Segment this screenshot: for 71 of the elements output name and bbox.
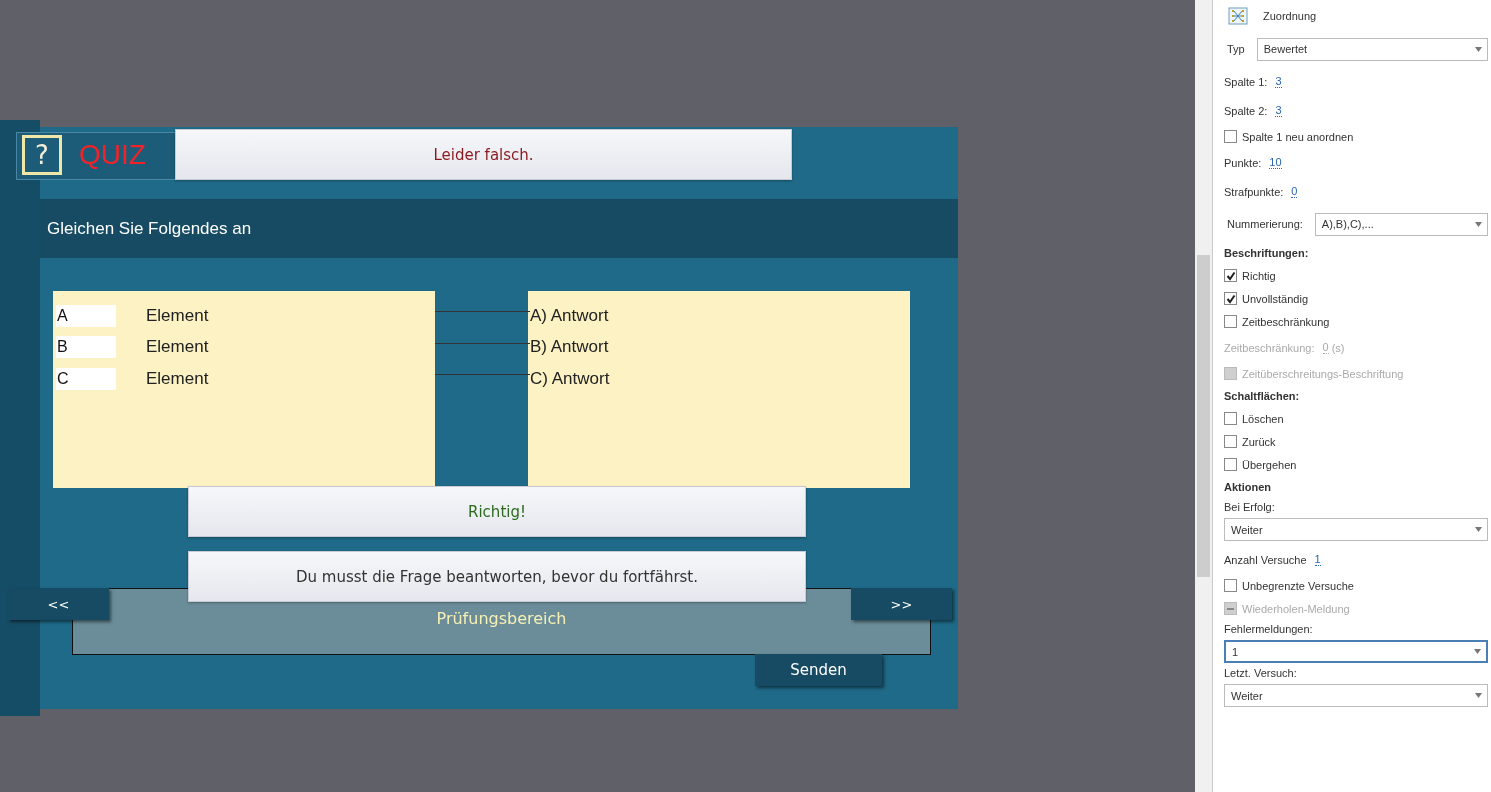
field-label: Typ <box>1227 43 1245 55</box>
item-label: Element <box>146 337 209 358</box>
checkbox-label: Wiederholen-Meldung <box>1242 602 1350 615</box>
field-label: Strafpunkte: <box>1224 185 1284 198</box>
next-button[interactable]: >> <box>851 588 952 620</box>
answer-field[interactable]: A <box>56 304 116 327</box>
checkbox-label: Zeitüberschreitungs-Beschriftung <box>1242 367 1404 380</box>
value-link[interactable]: 3 <box>1275 75 1282 88</box>
scroll-thumb[interactable] <box>1197 255 1210 577</box>
answer-field[interactable]: C <box>56 367 116 390</box>
answer-label: C) Antwort <box>530 368 610 389</box>
panel-title: Zuordnung <box>1263 10 1317 22</box>
field-label: Anzahl Versuche <box>1224 553 1307 566</box>
unit-label: (s) <box>1331 341 1345 354</box>
section-heading: Aktionen <box>1224 480 1273 495</box>
caption-text: Richtig! <box>468 502 526 521</box>
answer-label: A) Antwort <box>530 305 609 326</box>
field-label: Zeitbeschränkung: <box>1224 341 1315 354</box>
review-label: Prüfungsbereich <box>436 609 567 629</box>
checkbox[interactable] <box>1224 315 1237 328</box>
section-heading: Beschriftungen: <box>1224 246 1310 261</box>
checkbox-label: Zeitbeschränkung <box>1242 315 1330 328</box>
item-label: Element <box>146 305 209 326</box>
previous-button[interactable]: << <box>8 588 109 620</box>
checkbox[interactable] <box>1224 412 1237 425</box>
value-link[interactable]: 3 <box>1275 104 1282 117</box>
checkbox[interactable] <box>1224 269 1237 282</box>
field-label: Spalte 2: <box>1224 104 1268 117</box>
matching-icon <box>1228 7 1248 25</box>
value-link[interactable]: 1 <box>1314 553 1321 566</box>
field-label: Letzt. Versuch: <box>1224 667 1298 681</box>
checkbox-label: Übergehen <box>1242 458 1297 471</box>
caret-icon[interactable] <box>1475 693 1482 698</box>
checkbox-label: Löschen <box>1242 412 1284 425</box>
checkbox[interactable] <box>1224 292 1237 305</box>
checkbox[interactable] <box>1224 579 1237 592</box>
caption-text: Du musst die Frage beantworten, bevor du fortfährst. <box>295 567 699 586</box>
field-label: Spalte 1: <box>1224 75 1268 88</box>
caret-icon[interactable] <box>1475 46 1482 52</box>
checkbox-label: Unvollständig <box>1242 292 1309 305</box>
caret-icon[interactable] <box>1474 649 1481 654</box>
field-label: Punkte: <box>1224 156 1262 169</box>
checkbox-label: Richtig <box>1242 269 1276 282</box>
question-mark-icon: ? <box>22 135 62 175</box>
field-label: Nummerierung: <box>1227 218 1303 230</box>
dropdown[interactable]: 1 <box>1224 640 1488 663</box>
checkbox-label: Unbegrenzte Versuche <box>1242 579 1354 592</box>
quiz-title: QUIZ <box>79 139 146 171</box>
checkbox[interactable] <box>1224 435 1237 448</box>
dropdown[interactable]: A),B),C),... <box>1314 212 1488 236</box>
caret-icon[interactable] <box>1475 221 1482 227</box>
checkbox-label: Zurück <box>1242 435 1276 448</box>
checkbox-label: Spalte 1 neu anordnen <box>1242 130 1354 143</box>
value-link[interactable]: 0 <box>1291 185 1298 198</box>
dropdown[interactable]: Weiter <box>1224 684 1488 707</box>
caption-text: Leider falsch. <box>433 145 534 164</box>
answer-field[interactable]: B <box>56 336 116 359</box>
question-text: Gleichen Sie Folgendes an <box>47 218 252 239</box>
field-label: Bei Erfolg: <box>1224 501 1276 515</box>
scrollbar[interactable] <box>1195 0 1213 792</box>
caret-icon[interactable] <box>1475 527 1482 532</box>
submit-button[interactable]: Senden <box>755 654 882 686</box>
checkbox[interactable] <box>1224 130 1237 143</box>
dropdown[interactable]: Bewertet <box>1256 37 1488 61</box>
value-link[interactable]: 10 <box>1269 156 1282 169</box>
checkbox[interactable] <box>1224 458 1237 471</box>
answer-label: B) Antwort <box>530 337 609 358</box>
dropdown[interactable]: Weiter <box>1224 518 1488 541</box>
section-heading: Schaltflächen: <box>1224 389 1301 404</box>
item-label: Element <box>146 368 209 389</box>
field-label: Fehlermeldungen: <box>1224 623 1314 637</box>
